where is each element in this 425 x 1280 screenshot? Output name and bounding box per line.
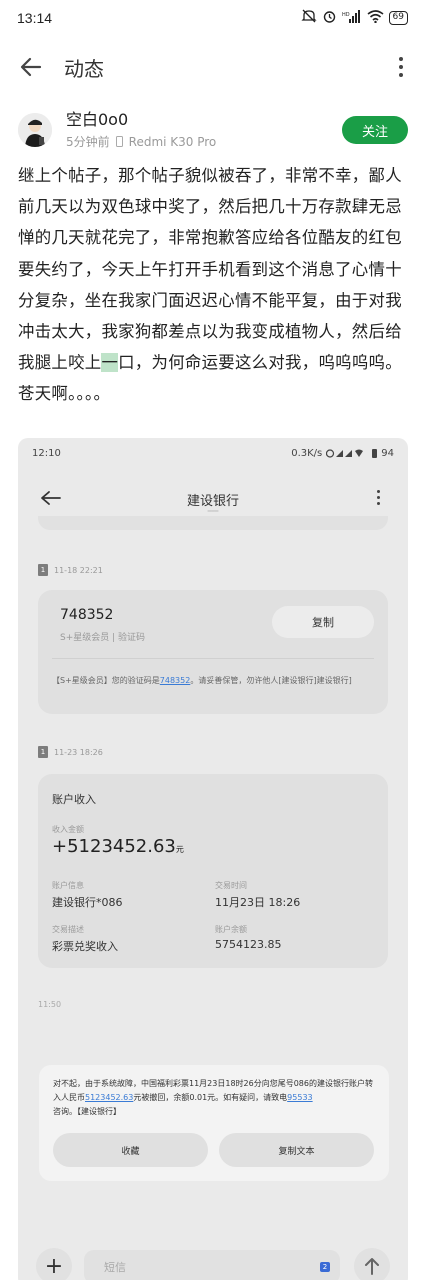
message-timestamp: 1 11-23 18:26: [38, 746, 103, 758]
image-more-icon: [377, 490, 380, 505]
author-row: 空白0o0 5分钟前 Redmi K30 Pro 关注: [18, 108, 410, 152]
arrow-left-icon: [20, 57, 42, 77]
message-popup: 对不起，由于系统故障，中国福利彩票11月23日18时26分向您尾号086的建设银…: [39, 1065, 389, 1181]
amount-label: 收入金额: [52, 825, 84, 834]
compose-bar: + 短信 2: [18, 1242, 408, 1280]
device-name: Redmi K30 Pro: [128, 134, 217, 149]
income-title: 账户收入: [52, 793, 96, 806]
income-message-card: 账户收入 收入金额 +5123452.63元 账户信息 建设银行*086 交易时…: [38, 774, 388, 968]
divider: [52, 658, 374, 659]
copy-text-button: 复制文本: [219, 1133, 374, 1167]
income-amount: +5123452.63元: [52, 836, 184, 857]
verification-message-text: 【S+星级会员】您的验证码是748352。请妥善保管，勿许他人[建设银行]建设银…: [52, 676, 352, 685]
popup-message-text: 对不起，由于系统故障，中国福利彩票11月23日18时26分向您尾号086的建设银…: [53, 1079, 373, 1116]
post-text-highlight: 一: [101, 353, 119, 373]
time-value: 11月23日 18:26: [215, 896, 301, 909]
timestamp-text: 11-18 22:21: [54, 565, 103, 575]
compose-input: 短信 2: [84, 1250, 340, 1280]
image-status-bar: 12:10 0.3K/s 94: [18, 438, 408, 468]
description-value: 彩票兑奖收入: [52, 940, 118, 953]
status-time: 13:14: [17, 10, 53, 26]
save-message-button: 收藏: [53, 1133, 208, 1167]
signal-icon: HD: [342, 9, 362, 27]
post-image[interactable]: 12:10 0.3K/s 94 建设银行 ━━━ 1 11-18 22:21 7…: [18, 438, 408, 1280]
image-subtitle-mark: ━━━: [207, 508, 219, 515]
alarm-icon: [322, 9, 337, 28]
image-signal-icon: [326, 448, 364, 458]
page-title: 动态: [64, 56, 104, 81]
back-button[interactable]: [16, 52, 46, 82]
more-dots-icon: [399, 57, 403, 61]
timestamp-text: 11-23 18:26: [54, 747, 103, 757]
account-label: 账户信息: [52, 881, 84, 890]
status-bar: 13:14 HD 69: [0, 0, 425, 36]
post-time: 5分钟前: [66, 135, 110, 149]
mute-icon: [300, 9, 317, 27]
verification-message-card: 748352 S+星级会员 | 验证码 复制 【S+星级会员】您的验证码是748…: [38, 590, 388, 714]
sim-icon: 1: [38, 746, 48, 758]
follow-button[interactable]: 关注: [342, 116, 408, 144]
verification-code: 748352: [60, 607, 114, 623]
svg-text:HD: HD: [342, 12, 350, 18]
time-label: 交易时间: [215, 881, 247, 890]
verification-code-label: S+星级会员 | 验证码: [60, 633, 146, 643]
sim-icon: 1: [38, 564, 48, 576]
balance-value: 5754123.85: [215, 938, 282, 951]
status-icons: HD 69: [300, 9, 408, 28]
battery-icon: 69: [388, 11, 408, 25]
image-status-time: 12:10: [32, 447, 61, 459]
image-battery-icon: [372, 448, 378, 458]
send-icon: [354, 1248, 390, 1280]
post-body: 继上个帖子，那个帖子貌似被吞了，非常不幸，鄙人前几天以为双色球中奖了，然后把几十…: [18, 160, 412, 410]
author-name[interactable]: 空白0o0: [66, 110, 216, 130]
copy-code-button: 复制: [272, 606, 374, 638]
add-icon: +: [36, 1248, 72, 1280]
account-value: 建设银行*086: [52, 896, 123, 909]
sim-chip-icon: 2: [320, 1262, 330, 1272]
phone-icon: [115, 136, 123, 147]
image-net-speed: 0.3K/s: [291, 447, 323, 459]
balance-label: 账户余额: [215, 925, 247, 934]
description-label: 交易描述: [52, 925, 84, 934]
image-title: 建设银行: [186, 494, 239, 509]
previous-message-card: [38, 516, 388, 530]
more-options-button[interactable]: [391, 52, 411, 82]
app-bar: 动态: [0, 40, 425, 94]
avatar[interactable]: [18, 113, 52, 147]
message-timestamp: 1 11-18 22:21: [38, 564, 103, 576]
image-battery: 94: [381, 447, 394, 459]
post-text-before: 继上个帖子，那个帖子貌似被吞了，非常不幸，鄙人前几天以为双色球中奖了，然后把几十…: [18, 166, 402, 373]
message-timestamp: 11:50: [38, 1000, 62, 1009]
author-meta: 5分钟前 Redmi K30 Pro: [66, 133, 216, 150]
wifi-icon: [367, 9, 384, 27]
